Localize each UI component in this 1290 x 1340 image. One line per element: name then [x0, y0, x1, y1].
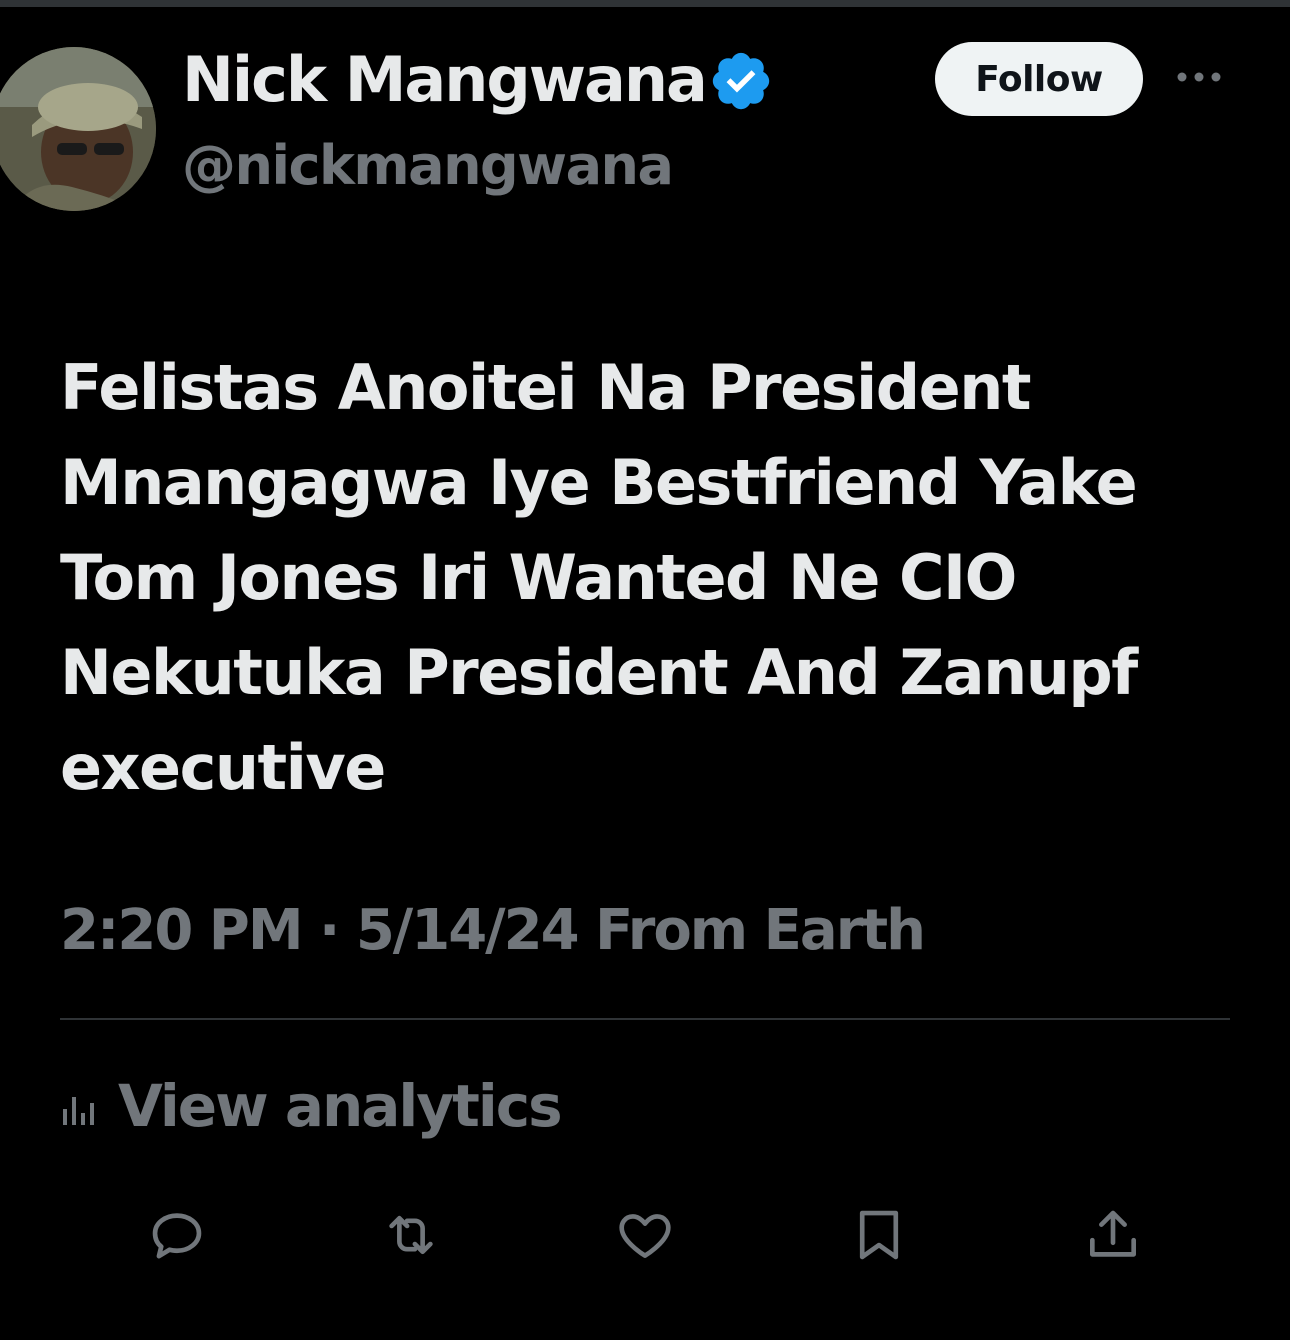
analytics-icon: [63, 1097, 94, 1125]
bookmark-icon[interactable]: [844, 1200, 914, 1270]
top-edge-bar: [0, 0, 1290, 7]
tweet-text-line: Felistas Anoitei Na President: [60, 351, 1032, 424]
author-handle[interactable]: @nickmangwana: [182, 130, 674, 202]
tweet-text: Felistas Anoitei Na President Mnangagwa …: [60, 340, 1240, 815]
avatar-image: [0, 47, 156, 211]
follow-button[interactable]: Follow: [935, 42, 1143, 116]
verified-badge-icon: [708, 48, 774, 114]
like-icon[interactable]: [610, 1200, 680, 1270]
avatar[interactable]: [0, 47, 156, 211]
tweet-timestamp[interactable]: 2:20 PM · 5/14/24 From Earth: [60, 893, 926, 969]
tweet-text-line: Nekutuka President And Zanupf: [60, 636, 1138, 709]
view-analytics-link[interactable]: View analytics: [60, 1068, 563, 1144]
share-icon[interactable]: [1078, 1200, 1148, 1270]
reply-icon[interactable]: [142, 1200, 212, 1270]
tweet-text-line: Mnangagwa Iye Bestfriend Yake: [60, 446, 1138, 519]
repost-icon[interactable]: [376, 1200, 446, 1270]
divider: [60, 1018, 1230, 1020]
more-horizontal-icon[interactable]: [1175, 62, 1223, 92]
tweet-text-line: Tom Jones Iri Wanted Ne CIO: [60, 541, 1017, 614]
author-display-name[interactable]: Nick Mangwana: [182, 42, 708, 118]
view-analytics-label: View analytics: [118, 1072, 563, 1140]
tweet-text-line: executive: [60, 731, 386, 804]
